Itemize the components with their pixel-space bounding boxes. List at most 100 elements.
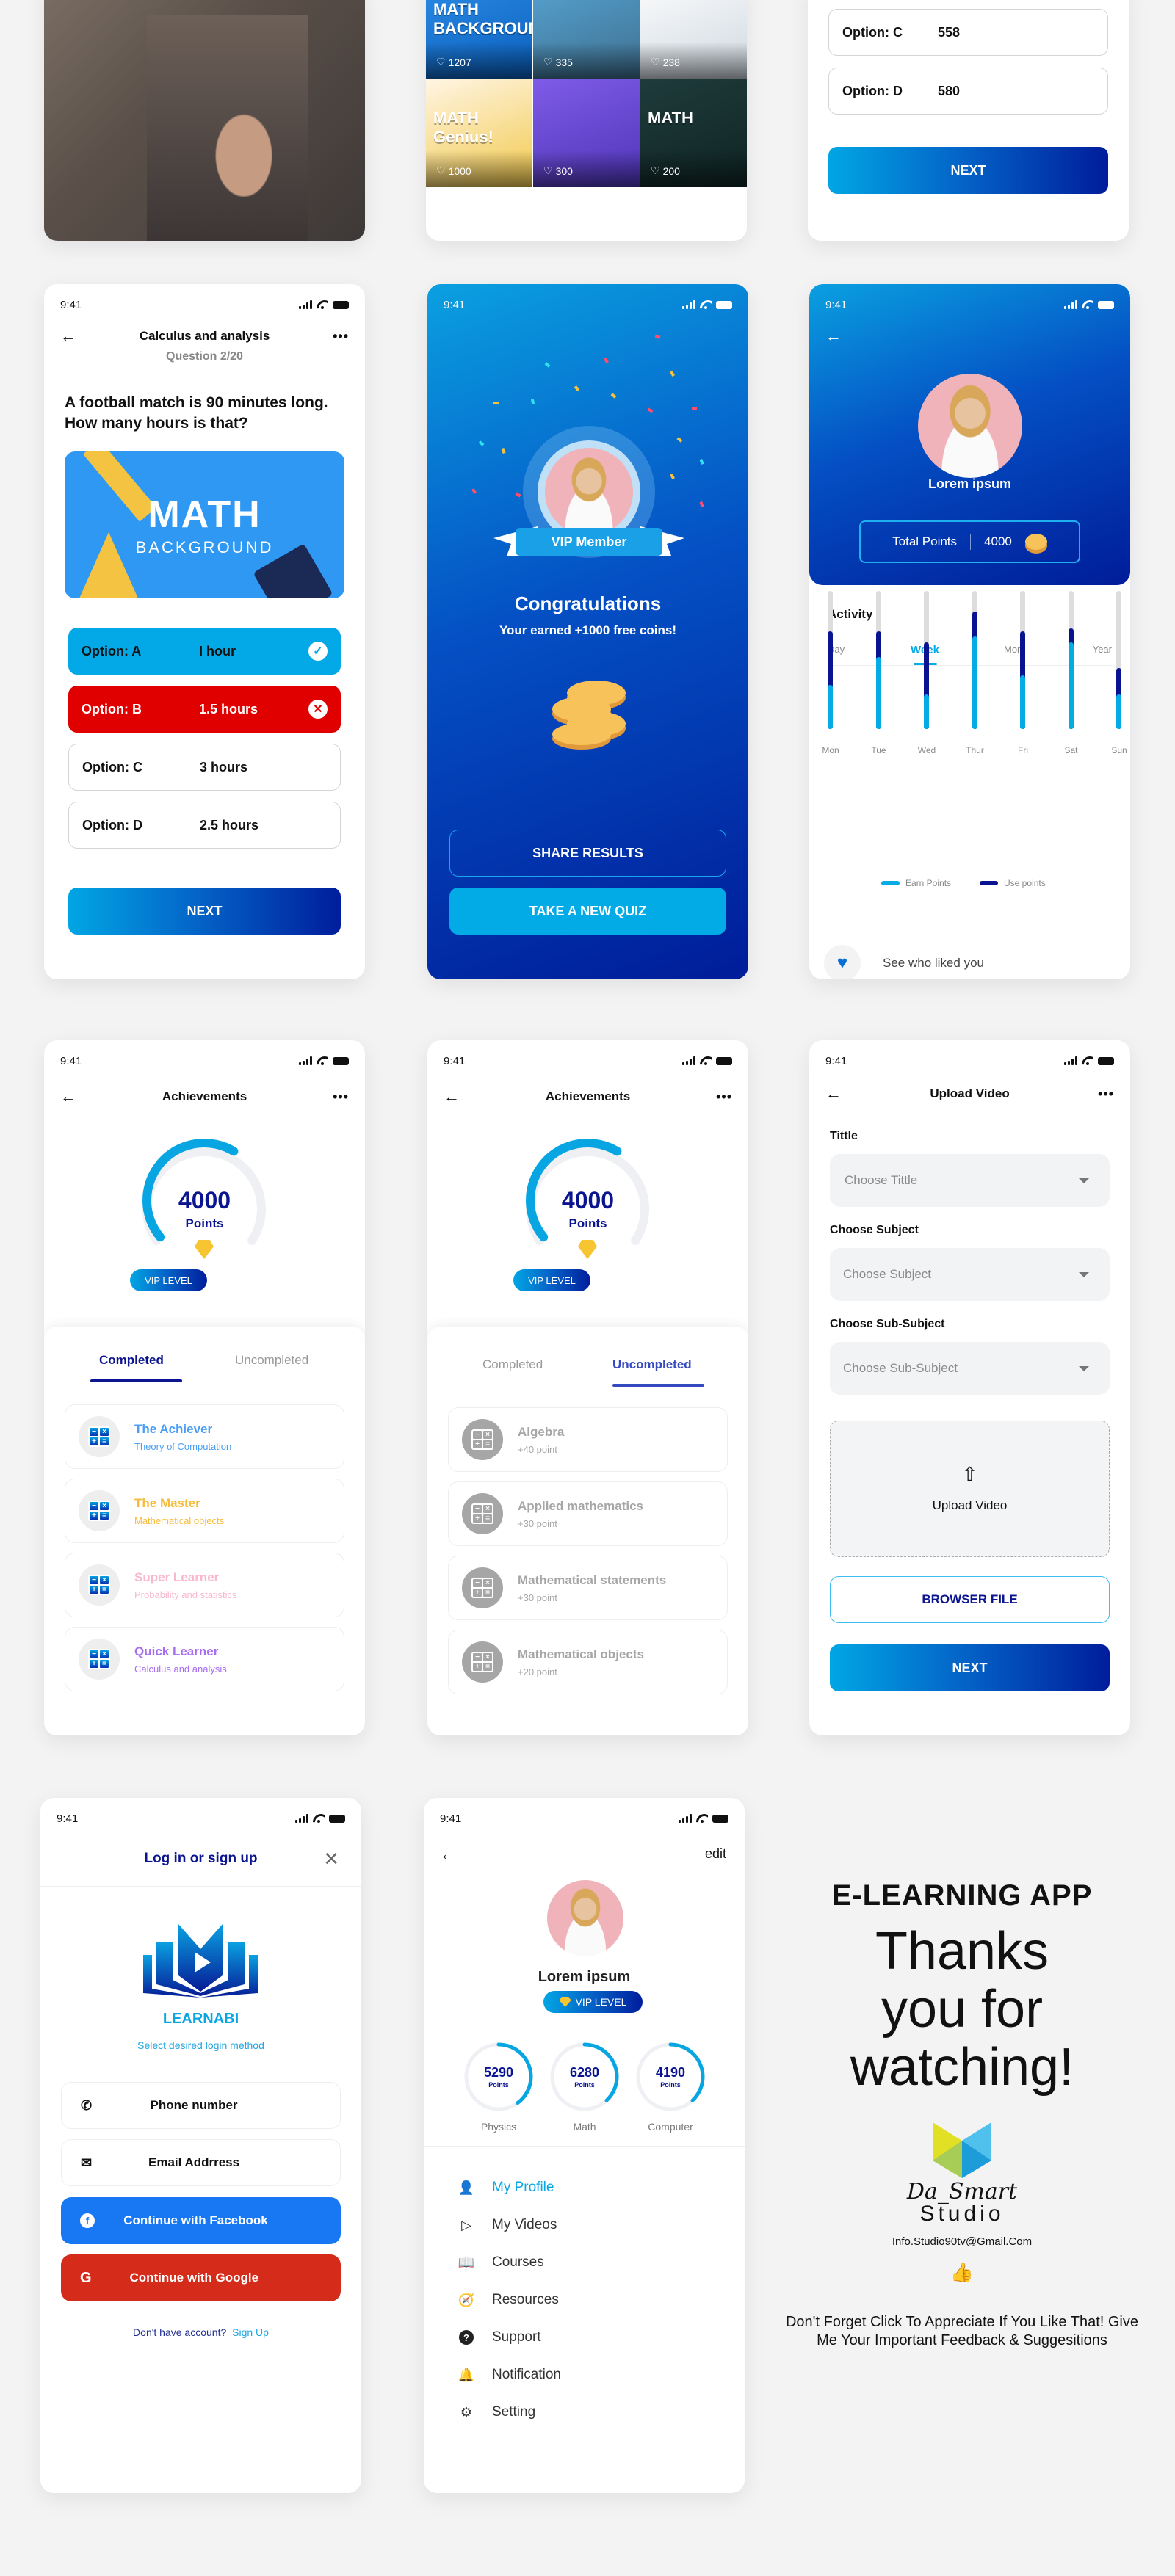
day-label: Sun bbox=[1111, 745, 1127, 755]
upload-dropzone[interactable]: ⇧ Upload Video bbox=[830, 1421, 1110, 1557]
achievement-title: Mathematical statements bbox=[518, 1572, 667, 1587]
stat-unit: Points bbox=[488, 2081, 509, 2089]
share-results-button[interactable]: SHARE RESULTS bbox=[449, 830, 726, 877]
next-button[interactable]: NEXT bbox=[828, 147, 1108, 194]
achievement-item[interactable]: − × + = Mathematical objects +20 point bbox=[448, 1630, 728, 1694]
back-arrow-icon[interactable]: ← bbox=[60, 328, 76, 344]
gallery-tile[interactable]: ♡ 238 bbox=[640, 0, 747, 79]
email-login-button[interactable]: ✉ Email Addrress bbox=[61, 2139, 341, 2186]
back-arrow-icon[interactable]: ← bbox=[825, 1086, 842, 1102]
menu-item-support[interactable]: ? Support bbox=[457, 2329, 541, 2345]
calc-key: × bbox=[100, 1576, 109, 1584]
phone-login-button[interactable]: ✆ Phone number bbox=[61, 2082, 341, 2129]
calc-key: − bbox=[90, 1428, 98, 1436]
gallery-tile[interactable]: MATH BACKGROUND ♡1207 bbox=[426, 0, 532, 79]
close-icon[interactable]: ✕ bbox=[323, 1848, 339, 1871]
bar-earn-points bbox=[972, 636, 977, 729]
back-arrow-icon[interactable]: ← bbox=[444, 1089, 460, 1105]
menu-item-resources[interactable]: 🧭 Resources bbox=[457, 2292, 559, 2308]
signup-link[interactable]: Sign Up bbox=[232, 2326, 269, 2338]
gallery-tile[interactable]: ♡ 335 bbox=[533, 0, 640, 79]
menu-item-courses[interactable]: 📖 Courses bbox=[457, 2254, 544, 2271]
menu-item-label: My Profile bbox=[492, 2180, 554, 2195]
confetti-piece bbox=[604, 357, 609, 364]
gallery-tile[interactable]: MATH ♡ 200 bbox=[640, 79, 747, 187]
calc-key: − bbox=[90, 1650, 98, 1658]
profile-avatar bbox=[918, 374, 1022, 478]
quiz-next-button[interactable]: NEXT bbox=[68, 888, 341, 935]
tab-completed[interactable]: Completed bbox=[482, 1357, 543, 1372]
calculator-icon: − × + = bbox=[462, 1419, 503, 1460]
more-icon[interactable]: ••• bbox=[1098, 1086, 1114, 1102]
quiz-option[interactable]: Option: A I hour ✓ bbox=[68, 628, 341, 675]
battery-icon bbox=[329, 1814, 345, 1823]
calc-key: − bbox=[473, 1431, 482, 1439]
quiz-option[interactable]: Option: B 1.5 hours ✕ bbox=[68, 686, 341, 733]
phone-icon: ✆ bbox=[81, 2097, 93, 2113]
subject-select[interactable]: Choose Subject bbox=[830, 1248, 1110, 1301]
menu-item-label: Courses bbox=[492, 2254, 544, 2270]
signup-prompt: Don't have account? Sign Up bbox=[40, 2326, 361, 2338]
menu-item-my-videos[interactable]: ▷ My Videos bbox=[457, 2217, 557, 2233]
browse-file-button[interactable]: BROWSER FILE bbox=[830, 1576, 1110, 1623]
tab-uncompleted[interactable]: Uncompleted bbox=[612, 1357, 692, 1372]
like-count-value: 300 bbox=[555, 164, 573, 177]
tab-year[interactable]: Year bbox=[1093, 644, 1112, 655]
quiz-option[interactable]: Option: C 3 hours bbox=[68, 744, 341, 791]
confetti-piece bbox=[494, 402, 499, 404]
quiz-screen: 9:41 ← Calculus and analysis ••• Questio… bbox=[44, 284, 365, 979]
quiz-option[interactable]: Option: D 2.5 hours bbox=[68, 802, 341, 849]
achievement-item[interactable]: − × + = Mathematical statements +30 point bbox=[448, 1556, 728, 1620]
menu-item-setting[interactable]: ⚙ Setting bbox=[457, 2404, 535, 2420]
legend-earn-swatch bbox=[881, 881, 900, 885]
achievements-uncompleted-screen: 9:41 ← Achievements ••• 4000 Points VIP … bbox=[427, 1040, 748, 1735]
back-arrow-icon[interactable]: ← bbox=[60, 1089, 76, 1105]
upload-title: Upload Video bbox=[930, 1086, 1010, 1100]
back-arrow-icon[interactable]: ← bbox=[440, 1846, 456, 1862]
quiz-option-c[interactable]: Option: C 558 bbox=[828, 9, 1108, 56]
achievement-item[interactable]: − × + = The Achiever Theory of Computation bbox=[65, 1404, 344, 1469]
tab-completed[interactable]: Completed bbox=[99, 1353, 164, 1368]
gallery-tile[interactable]: ♡ 300 bbox=[533, 79, 640, 187]
gallery-tile[interactable]: MATH Genius! ♡ 1000 bbox=[426, 79, 532, 187]
calc-key: − bbox=[473, 1653, 482, 1661]
edit-button[interactable]: edit bbox=[705, 1846, 726, 1862]
facebook-login-button[interactable]: f Continue with Facebook bbox=[61, 2197, 341, 2244]
activity-title: Activity bbox=[828, 607, 873, 621]
achievement-item[interactable]: − × + = Algebra +40 point bbox=[448, 1407, 728, 1472]
tab-completed-underline bbox=[90, 1379, 182, 1382]
calc-key: − bbox=[90, 1502, 98, 1510]
quiz-option-d[interactable]: Option: D 580 bbox=[828, 68, 1108, 115]
more-icon[interactable]: ••• bbox=[333, 1089, 349, 1105]
upload-next-button[interactable]: NEXT bbox=[830, 1644, 1110, 1691]
achievement-item[interactable]: − × + = Quick Learner Calculus and analysis bbox=[65, 1627, 344, 1691]
take-new-quiz-button[interactable]: TAKE A NEW QUIZ bbox=[449, 888, 726, 935]
title-select[interactable]: Choose Tittle bbox=[830, 1154, 1110, 1207]
more-icon[interactable]: ••• bbox=[333, 329, 349, 344]
achievement-title: The Achiever bbox=[134, 1421, 213, 1436]
more-icon[interactable]: ••• bbox=[716, 1089, 732, 1105]
calc-key: − bbox=[90, 1576, 98, 1584]
calculator-icon: − × + = bbox=[462, 1567, 503, 1608]
quiz-option-value: 2.5 hours bbox=[200, 817, 259, 832]
calculator-icon: − × + = bbox=[462, 1493, 503, 1534]
subsubject-select[interactable]: Choose Sub-Subject bbox=[830, 1342, 1110, 1395]
achievement-item[interactable]: − × + = Applied mathematics +30 point bbox=[448, 1481, 728, 1546]
calc-key: × bbox=[100, 1428, 109, 1436]
heart-icon: ♥ bbox=[824, 945, 861, 979]
menu-item-label: Notification bbox=[492, 2367, 561, 2382]
stat-ring: 6280 Points bbox=[548, 2040, 621, 2114]
tab-uncompleted[interactable]: Uncompleted bbox=[235, 1353, 308, 1368]
menu-item-my-profile[interactable]: 👤 My Profile bbox=[457, 2180, 554, 2196]
back-arrow-icon[interactable]: ← bbox=[825, 328, 842, 344]
book-icon: 📖 bbox=[458, 2254, 475, 2270]
see-liked-row[interactable]: ♥ See who liked you bbox=[824, 945, 984, 979]
achievement-item[interactable]: − × + = Super Learner Probability and statist… bbox=[65, 1553, 344, 1617]
achievement-item[interactable]: − × + = The Master Mathematical objects bbox=[65, 1479, 344, 1543]
math-banner-image: MATH BACKGROUND bbox=[65, 451, 344, 598]
confetti-piece bbox=[515, 492, 521, 498]
like-count: ♡ 335 bbox=[543, 56, 573, 68]
google-login-button[interactable]: G Continue with Google bbox=[61, 2254, 341, 2301]
menu-item-notification[interactable]: 🔔 Notification bbox=[457, 2367, 561, 2383]
total-points-label: Total Points bbox=[892, 534, 958, 548]
